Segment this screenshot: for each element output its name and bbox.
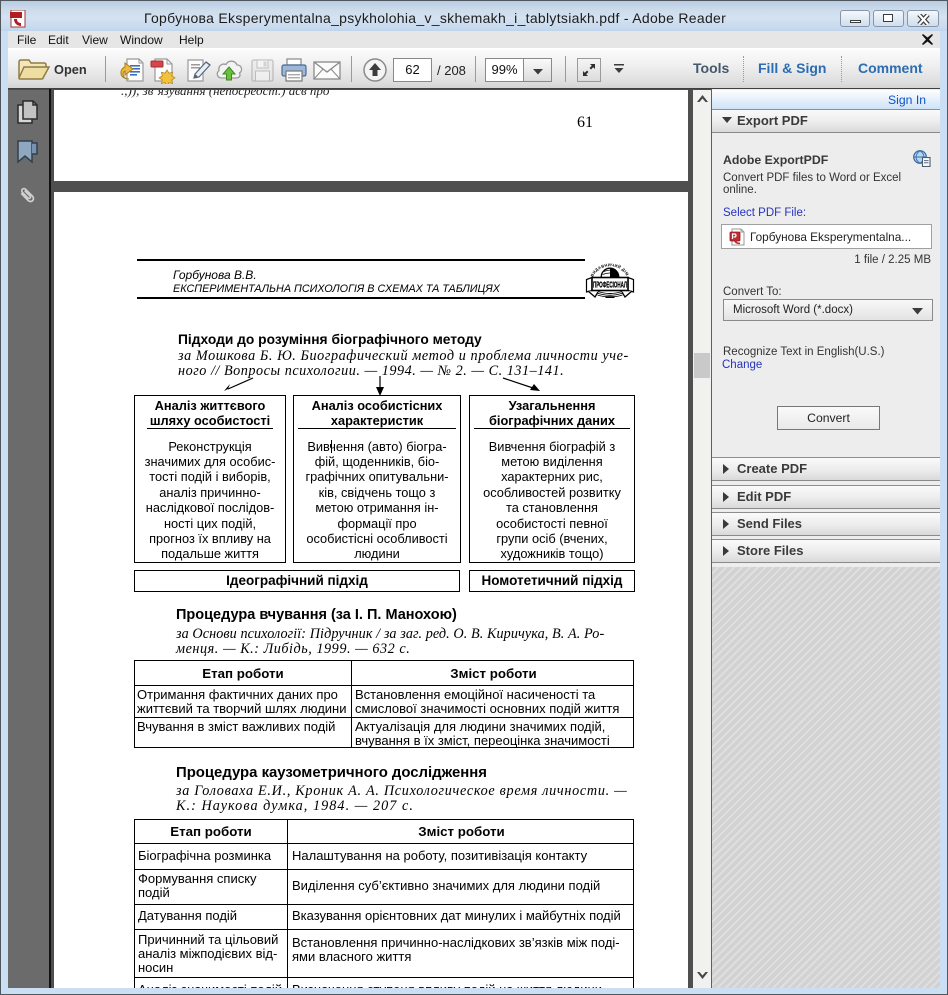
svg-text:ПРОФЕСІОНАЛ: ПРОФЕСІОНАЛ [593, 280, 627, 290]
